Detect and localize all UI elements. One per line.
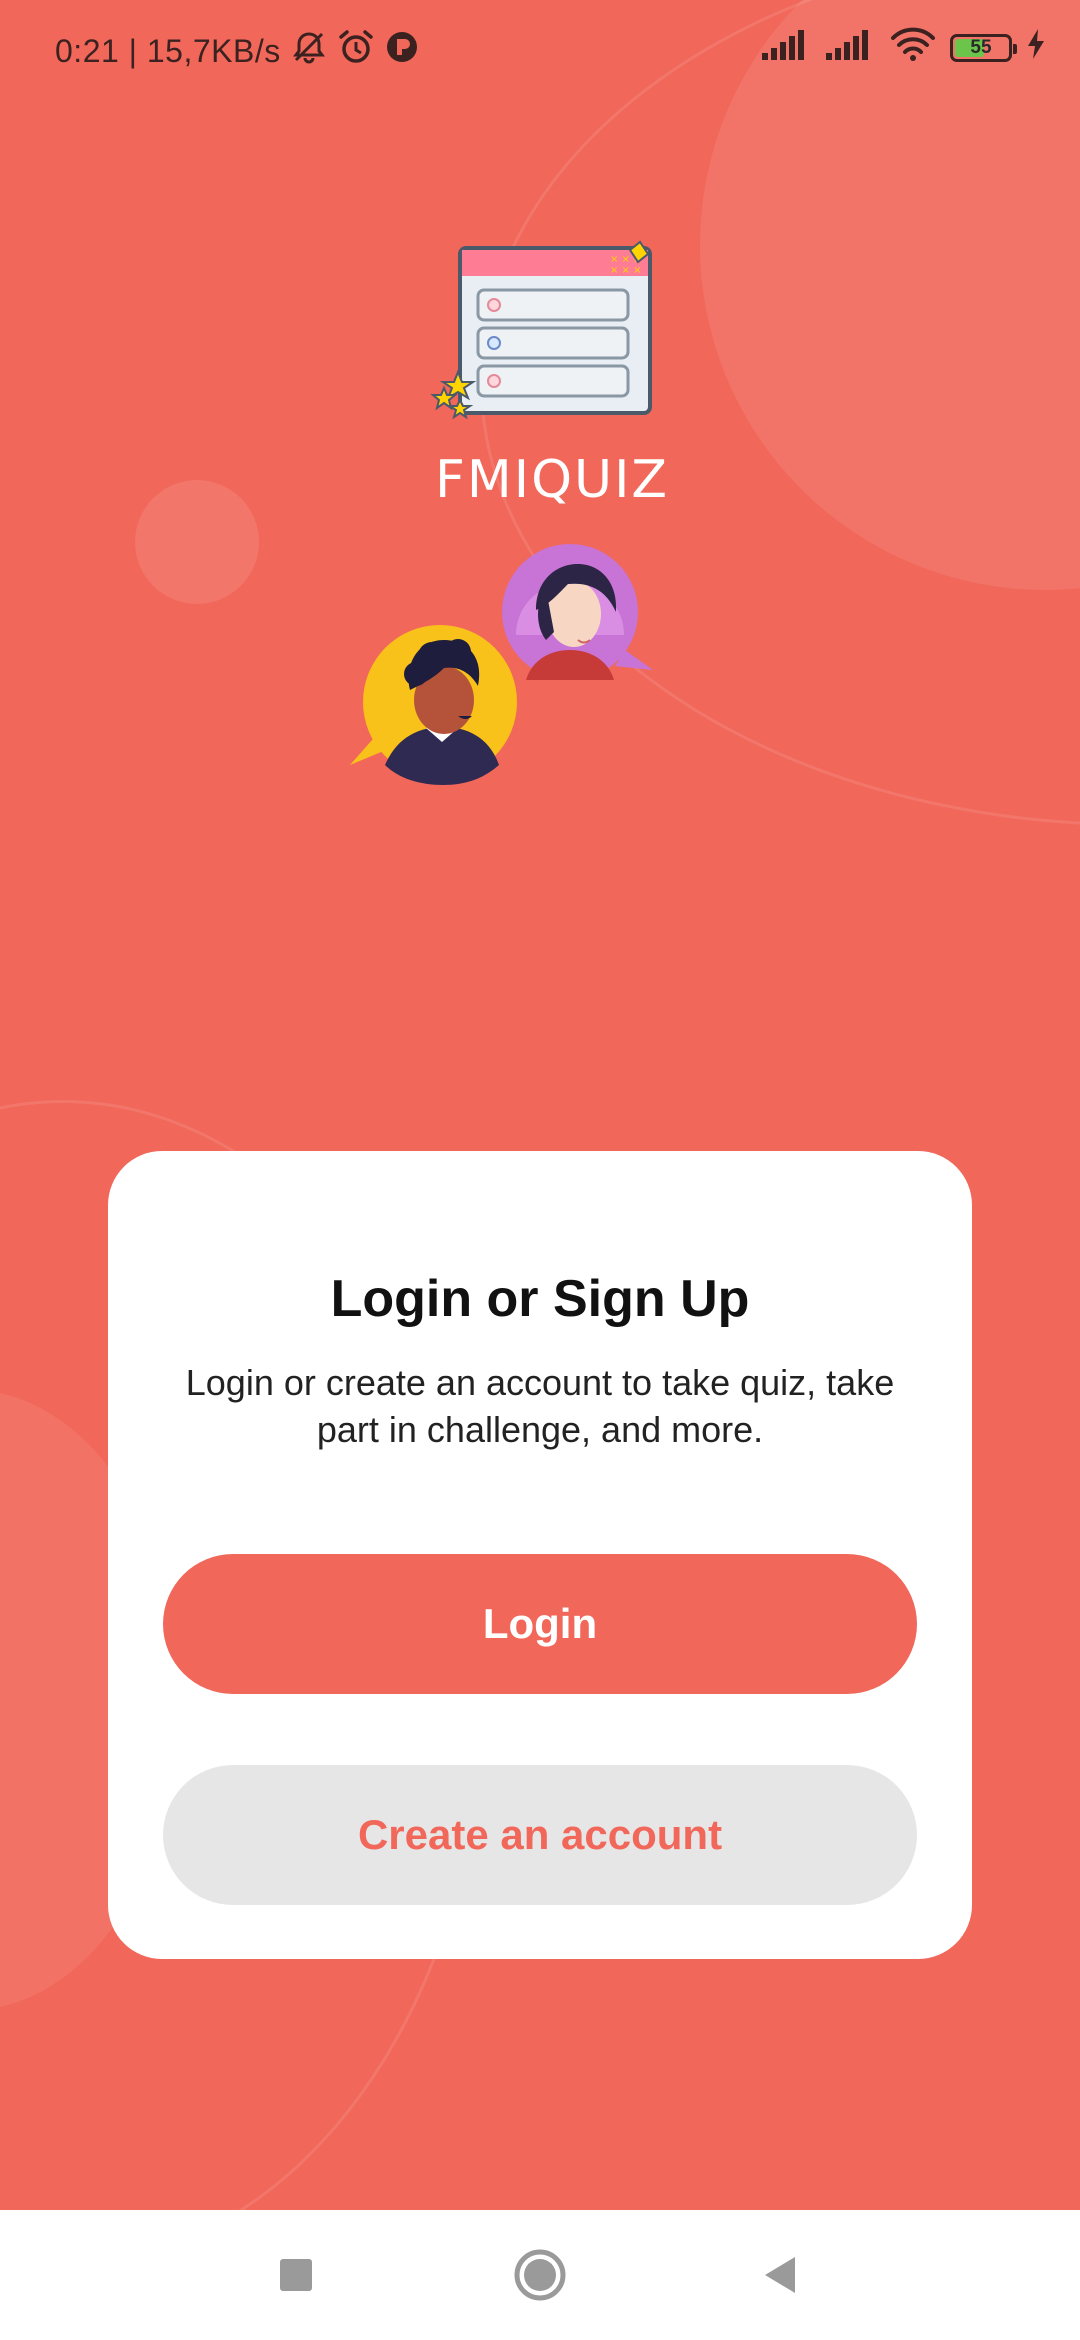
battery-level: 55: [970, 37, 992, 58]
app-title: FMIQUIZ: [434, 450, 670, 510]
create-account-button[interactable]: Create an account: [163, 1765, 917, 1905]
users-chat-illustration: [340, 540, 680, 790]
status-right: 55: [762, 26, 1046, 70]
status-time-speed: 0:21 | 15,7KB/s: [55, 32, 281, 69]
quiz-logo-icon: × × × × × ×: [430, 240, 660, 430]
status-bar: 0:21 | 15,7KB/s 55: [0, 0, 1080, 96]
app-notification-icon: [385, 30, 419, 72]
signal-icon: [826, 27, 876, 69]
system-navigation-bar: [0, 2210, 1080, 2340]
svg-text:× × ×: × × ×: [610, 265, 642, 276]
signal-icon: [762, 27, 812, 69]
card-title: Login or Sign Up: [330, 1270, 750, 1328]
login-button[interactable]: Login: [163, 1554, 917, 1694]
card-description: Login or create an account to take quiz,…: [185, 1362, 895, 1450]
status-left: 0:21 | 15,7KB/s: [55, 28, 419, 74]
back-triangle-icon[interactable]: [743, 2238, 817, 2312]
wifi-icon: [890, 26, 936, 70]
auth-card: Login or Sign Up Login or create an acco…: [108, 1151, 972, 1959]
login-screen: 0:21 | 15,7KB/s 55 × × × × × × FMIQUIZ L…: [0, 0, 1080, 2210]
recents-square-icon[interactable]: [259, 2238, 333, 2312]
charging-icon: [1026, 28, 1046, 68]
bell-muted-icon: [291, 29, 327, 73]
alarm-icon: [337, 28, 375, 74]
battery-tip: [1013, 44, 1017, 54]
battery-icon: 55: [950, 34, 1017, 62]
home-circle-icon[interactable]: [503, 2238, 577, 2312]
